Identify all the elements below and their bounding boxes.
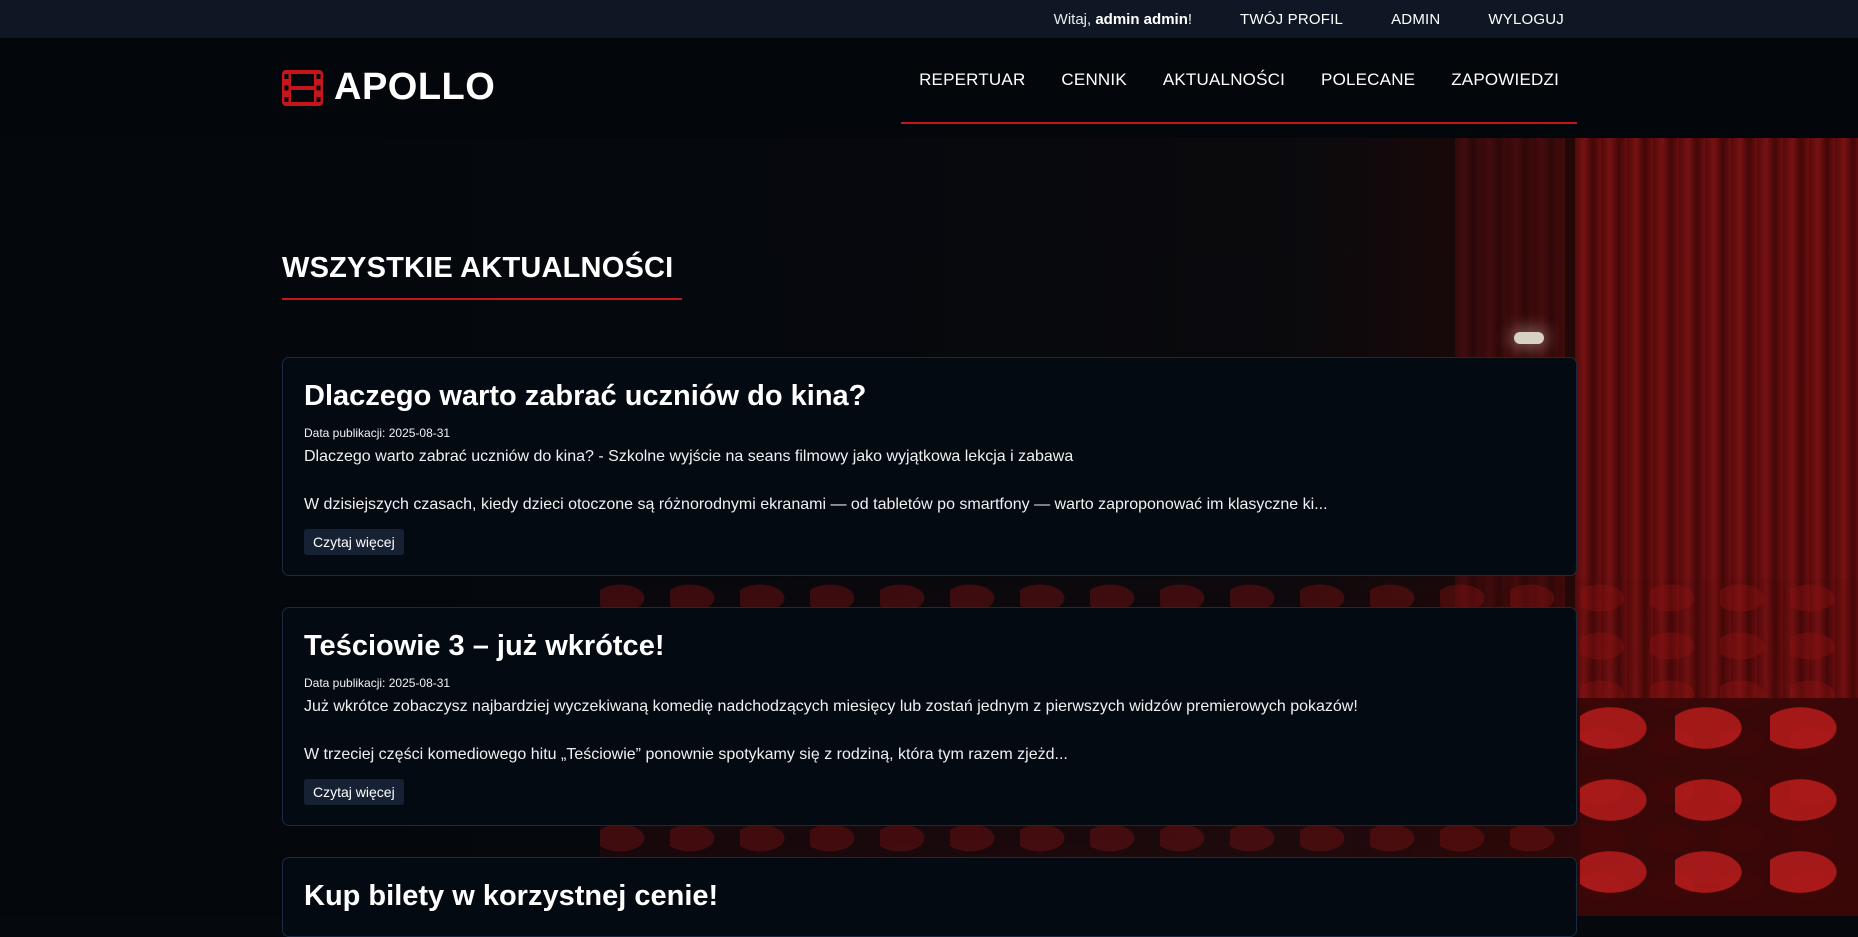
news-card: Dlaczego warto zabrać uczniów do kina? D… — [282, 357, 1577, 576]
news-date: Data publikacji: 2025-08-31 — [304, 676, 1555, 691]
top-bar: Witaj, admin admin! TWÓJ PROFIL ADMIN WY… — [0, 0, 1858, 38]
nav-zapowiedzi[interactable]: ZAPOWIEDZI — [1451, 70, 1559, 90]
username: admin admin — [1095, 10, 1188, 28]
page-title: WSZYSTKIE AKTUALNOŚCI — [282, 252, 674, 284]
nav-repertuar[interactable]: REPERTUAR — [919, 70, 1025, 90]
main-nav: REPERTUAR CENNIK AKTUALNOŚCI POLECANE ZA… — [901, 38, 1577, 124]
date-value: 2025-08-31 — [388, 426, 451, 440]
news-excerpt: W trzeciej części komediowego hitu „Teśc… — [304, 746, 1068, 763]
news-title: Dlaczego warto zabrać uczniów do kina? — [304, 380, 867, 412]
news-card: Teściowie 3 – już wkrótce! Data publikac… — [282, 607, 1577, 826]
greeting-suffix: ! — [1187, 10, 1193, 28]
greeting: Witaj, admin admin! — [1054, 11, 1192, 28]
news-title: Kup bilety w korzystnej cenie! — [304, 880, 719, 912]
news-card: Kup bilety w korzystnej cenie! — [282, 857, 1577, 937]
date-value: 2025-08-31 — [388, 676, 451, 690]
wall-lamp — [1514, 332, 1544, 344]
date-label: Data publikacji: — [304, 426, 389, 440]
logout-link[interactable]: WYLOGUJ — [1488, 11, 1564, 28]
greeting-prefix: Witaj, — [1053, 10, 1096, 28]
film-icon — [282, 69, 323, 106]
profile-link[interactable]: TWÓJ PROFIL — [1240, 11, 1343, 28]
news-lead: Już wkrótce zobaczysz najbardziej wyczek… — [304, 698, 1358, 715]
brand-name: APOLLO — [334, 66, 496, 108]
site-header: APOLLO REPERTUAR CENNIK AKTUALNOŚCI POLE… — [0, 38, 1858, 138]
read-more-button[interactable]: Czytaj więcej — [304, 529, 404, 555]
news-date: Data publikacji: 2025-08-31 — [304, 426, 1555, 441]
news-title: Teściowie 3 – już wkrótce! — [304, 630, 665, 662]
nav-polecane[interactable]: POLECANE — [1321, 70, 1415, 90]
cinema-seats-front — [1580, 698, 1858, 916]
logo[interactable]: APOLLO — [282, 66, 495, 109]
nav-aktualnosci[interactable]: AKTUALNOŚCI — [1163, 70, 1285, 90]
nav-cennik[interactable]: CENNIK — [1061, 70, 1126, 90]
news-lead: Dlaczego warto zabrać uczniów do kina? -… — [304, 448, 1074, 465]
date-label: Data publikacji: — [304, 676, 389, 690]
title-underline — [282, 298, 682, 300]
admin-link[interactable]: ADMIN — [1391, 11, 1440, 28]
read-more-button[interactable]: Czytaj więcej — [304, 779, 404, 805]
news-excerpt: W dzisiejszych czasach, kiedy dzieci oto… — [304, 496, 1328, 513]
